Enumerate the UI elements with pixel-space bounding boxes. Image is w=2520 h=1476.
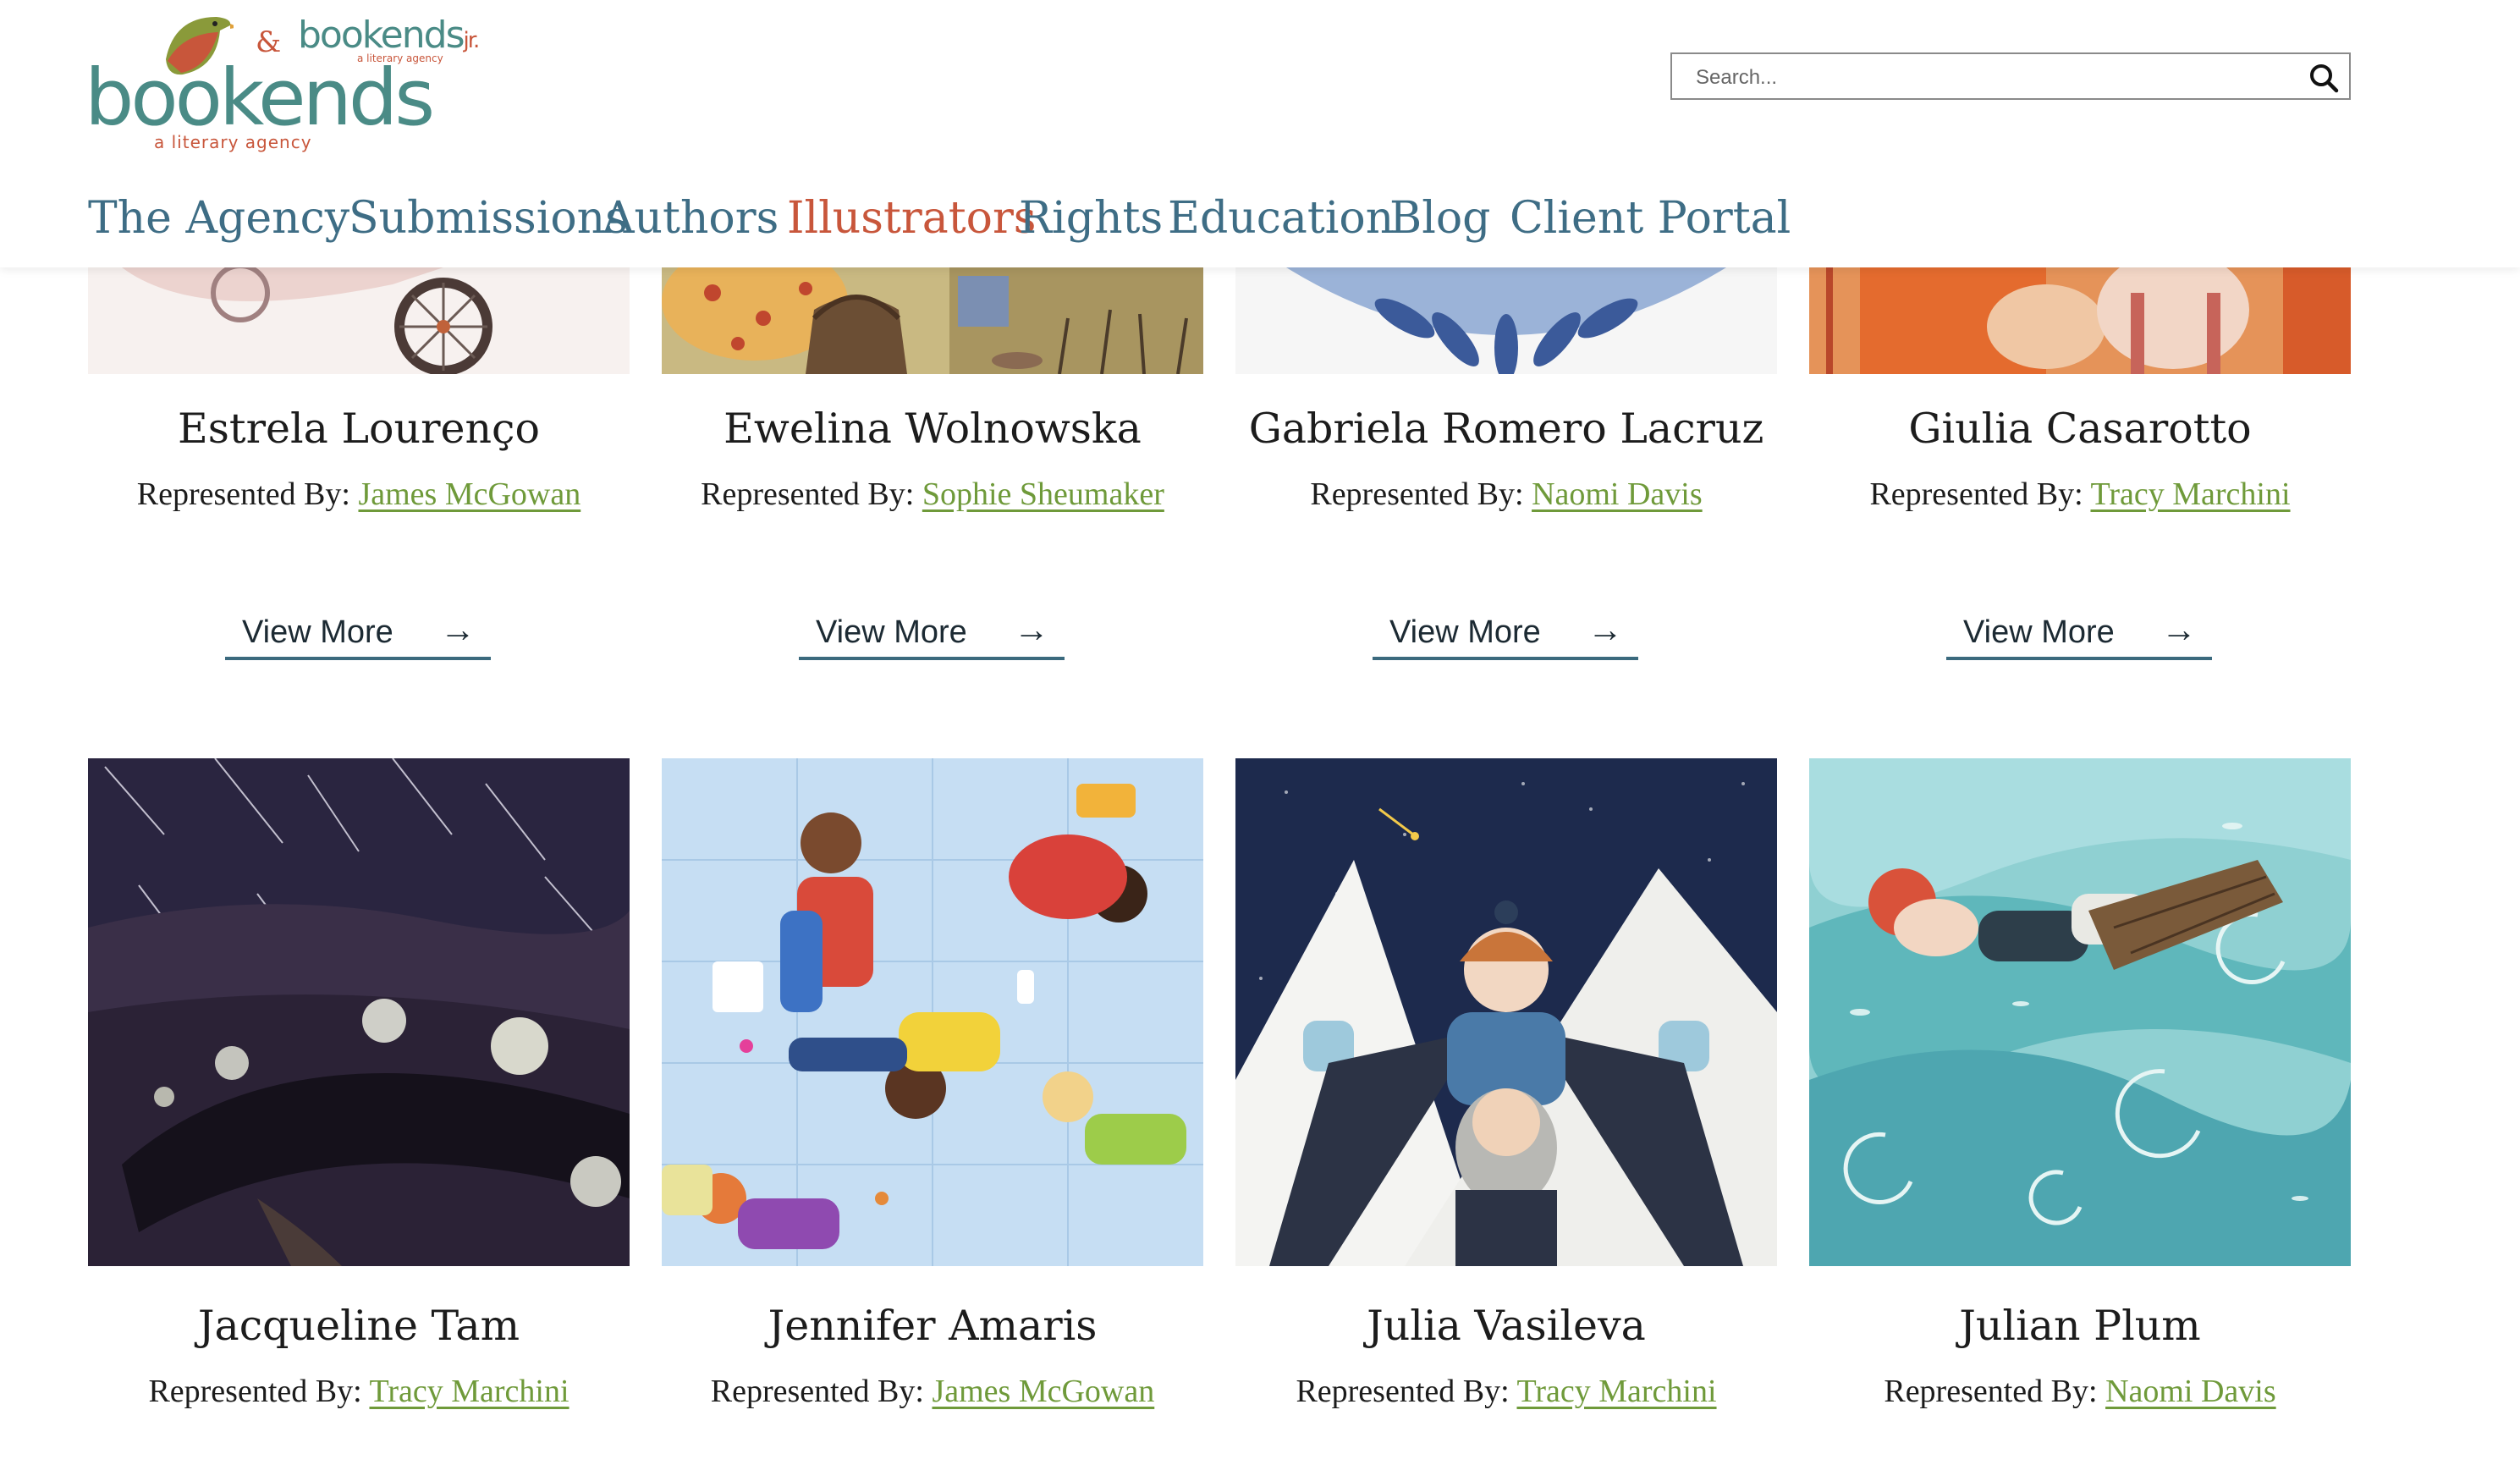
illustrator-image[interactable] (88, 267, 630, 374)
represented-by-label: Represented By: (1869, 476, 2083, 512)
illustrator-card: Jacqueline Tam Represented By: Tracy Mar… (88, 758, 630, 1476)
illustrator-image[interactable] (1235, 267, 1777, 374)
illustrator-name[interactable]: Ewelina Wolnowska (662, 405, 1203, 453)
represented-by-label: Represented By: (148, 1374, 362, 1409)
agent-link[interactable]: Sophie Sheumaker (922, 476, 1164, 512)
arrow-right-icon: → (1587, 609, 1623, 649)
illustrator-image[interactable] (662, 267, 1203, 374)
nav-item-rights[interactable]: Rights (1019, 193, 1163, 244)
view-more-button[interactable]: View More → (799, 609, 1065, 660)
illustrator-image[interactable] (1809, 758, 2351, 1266)
represented-by: Represented By: Naomi Davis (1809, 1373, 2351, 1410)
arrow-right-icon: → (1014, 609, 1049, 649)
search-icon[interactable] (2307, 61, 2341, 95)
represented-by: Represented By: Sophie Sheumaker (662, 476, 1203, 513)
view-more-button[interactable]: View More → (225, 609, 491, 660)
nav-item-client-portal[interactable]: Client Portal (1510, 193, 1791, 244)
represented-by-label: Represented By: (1296, 1374, 1510, 1409)
illustrator-image[interactable] (1809, 267, 2351, 374)
illustrator-image[interactable] (1235, 758, 1777, 1266)
illustrator-name[interactable]: Julia Vasileva (1235, 1302, 1777, 1350)
illustrator-name[interactable]: Gabriela Romero Lacruz (1235, 405, 1777, 453)
agent-link[interactable]: Tracy Marchini (369, 1374, 569, 1409)
represented-by: Represented By: Tracy Marchini (1235, 1373, 1777, 1410)
illustrator-name[interactable]: Jennifer Amaris (662, 1302, 1203, 1350)
represented-by-label: Represented By: (1310, 476, 1524, 512)
nav-item-submissions[interactable]: Submissions (349, 193, 628, 244)
illustrator-name[interactable]: Jacqueline Tam (88, 1302, 630, 1350)
nav-item-illustrators[interactable]: Illustrators (787, 193, 1036, 244)
illustrator-image[interactable] (88, 758, 630, 1266)
agent-link[interactable]: Naomi Davis (2105, 1374, 2276, 1409)
logo-tagline: a literary agency (154, 132, 312, 152)
agent-link[interactable]: James McGowan (932, 1374, 1154, 1409)
represented-by-label: Represented By: (710, 1374, 924, 1409)
illustrator-name[interactable]: Estrela Lourenço (88, 405, 630, 453)
illustrator-card: Jennifer Amaris Represented By: James Mc… (662, 758, 1203, 1476)
illustrator-card: Julian Plum Represented By: Naomi Davis (1809, 758, 2351, 1476)
represented-by-label: Represented By: (136, 476, 350, 512)
illustrator-name[interactable]: Giulia Casarotto (1809, 405, 2351, 453)
represented-by: Represented By: Tracy Marchini (88, 1373, 630, 1410)
illustrator-name[interactable]: Julian Plum (1809, 1302, 2351, 1350)
search-input[interactable] (1694, 61, 2290, 95)
view-more-label: View More (1963, 614, 2115, 650)
agent-link[interactable]: Naomi Davis (1532, 476, 1703, 512)
nav-item-the-agency[interactable]: The Agency (88, 193, 349, 244)
view-more-button[interactable]: View More → (1946, 609, 2212, 660)
represented-by: Represented By: Tracy Marchini (1809, 476, 2351, 513)
site-logo[interactable]: & bookendsjr. a literary agency bookends… (85, 5, 508, 157)
nav-item-education[interactable]: Education (1168, 193, 1394, 244)
represented-by-label: Represented By: (1884, 1374, 2098, 1409)
illustrator-card: Julia Vasileva Represented By: Tracy Mar… (1235, 758, 1777, 1476)
view-more-label: View More (1389, 614, 1541, 650)
logo-jr-text: bookendsjr. (298, 14, 480, 57)
represented-by: Represented By: James McGowan (88, 476, 630, 513)
nav-item-blog[interactable]: Blog (1389, 193, 1490, 244)
arrow-right-icon: → (2161, 609, 2197, 649)
illustrator-image[interactable] (662, 758, 1203, 1266)
represented-by-label: Represented By: (701, 476, 915, 512)
agent-link[interactable]: Tracy Marchini (2090, 476, 2290, 512)
view-more-label: View More (816, 614, 967, 650)
agent-link[interactable]: Tracy Marchini (1516, 1374, 1716, 1409)
agent-link[interactable]: James McGowan (358, 476, 580, 512)
view-more-button[interactable]: View More → (1373, 609, 1638, 660)
represented-by: Represented By: Naomi Davis (1235, 476, 1777, 513)
search-box (1670, 52, 2351, 100)
view-more-label: View More (242, 614, 393, 650)
logo-text: bookends (85, 52, 435, 143)
nav-item-authors[interactable]: Authors (602, 193, 779, 244)
arrow-right-icon: → (440, 609, 476, 649)
site-header: & bookendsjr. a literary agency bookends… (0, 0, 2520, 267)
represented-by: Represented By: James McGowan (662, 1373, 1203, 1410)
